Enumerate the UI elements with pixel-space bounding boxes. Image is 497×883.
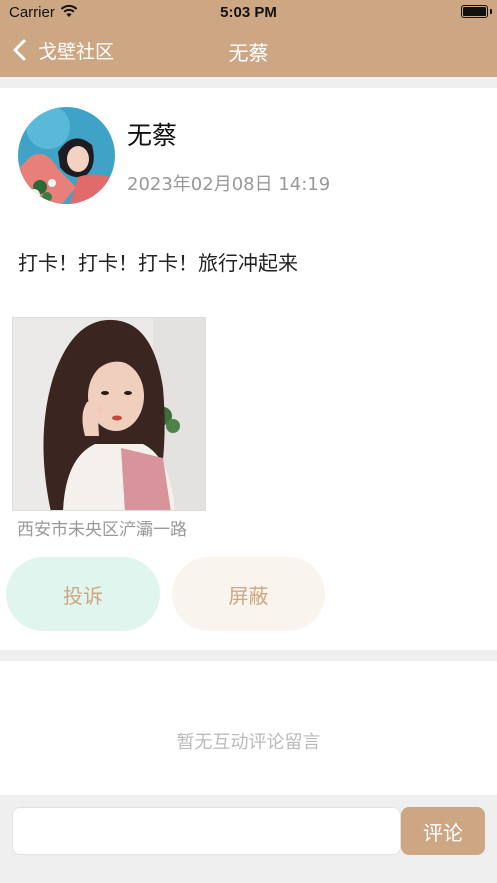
post-photo[interactable]: [12, 317, 206, 511]
comment-submit-button[interactable]: 评论: [401, 807, 485, 855]
chevron-left-icon: [13, 39, 26, 61]
status-time: 5:03 PM: [220, 4, 277, 21]
complain-button[interactable]: 投诉: [6, 557, 160, 631]
post-photo-image: [13, 318, 205, 510]
post-location: 西安市未央区浐灞一路: [17, 520, 187, 540]
battery-icon: [461, 5, 492, 18]
back-label: 戈壁社区: [38, 40, 115, 63]
post-text: 打卡！打卡！打卡！旅行冲起来: [18, 251, 298, 275]
back-button[interactable]: 戈壁社区: [12, 36, 114, 64]
avatar[interactable]: [18, 107, 115, 204]
empty-comments-text: 暂无互动评论留言: [176, 732, 321, 753]
author-name: 无蔡: [127, 121, 178, 150]
comments-section: 暂无互动评论留言: [0, 661, 497, 795]
comment-input[interactable]: [12, 807, 401, 855]
post-timestamp: 2023年02月08日 14:19: [127, 174, 331, 195]
navigation-bar: Carrier 5:03 PM 戈壁社区 无蔡: [0, 0, 497, 77]
comment-composer: 评论: [0, 795, 497, 883]
status-bar: Carrier 5:03 PM: [0, 0, 497, 26]
avatar-image: [18, 107, 115, 204]
post-card: 无蔡 2023年02月08日 14:19 打卡！打卡！打卡！旅行冲起来 西安市未…: [0, 88, 497, 650]
block-button[interactable]: 屏蔽: [172, 557, 325, 631]
